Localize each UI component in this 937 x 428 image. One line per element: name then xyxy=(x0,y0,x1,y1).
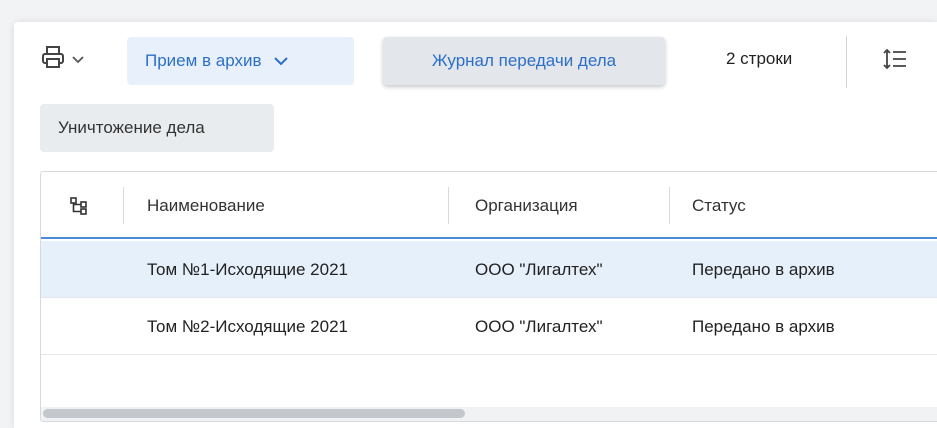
destroy-case-button[interactable]: Уничтожение дела xyxy=(40,104,274,152)
column-separator[interactable] xyxy=(669,187,670,224)
cell-status: Передано в архив xyxy=(692,259,835,279)
printer-icon xyxy=(40,44,66,75)
tree-structure-icon[interactable] xyxy=(70,197,88,220)
column-header-status[interactable]: Статус xyxy=(692,172,746,239)
column-separator[interactable] xyxy=(448,187,449,224)
row-density-icon[interactable] xyxy=(883,47,907,76)
chevron-down-icon xyxy=(273,54,288,69)
cell-name: Том №2-Исходящие 2021 xyxy=(147,316,348,336)
column-header-name[interactable]: Наименование xyxy=(147,172,265,239)
journal-label: Журнал передачи дела xyxy=(431,51,617,70)
table-row[interactable]: Том №2-Исходящие 2021 ООО "Лигалтех" Пер… xyxy=(41,298,937,355)
journal-button[interactable]: Журнал передачи дела xyxy=(383,37,665,85)
chevron-down-icon xyxy=(72,51,84,67)
scrollbar-thumb[interactable] xyxy=(43,409,465,418)
accept-archive-button[interactable]: Прием в архив xyxy=(127,37,354,85)
accept-archive-label: Прием в архив xyxy=(145,51,262,70)
cases-table: Наименование Организация Статус Том №1-И… xyxy=(40,171,937,422)
cell-organization: ООО "Лигалтех" xyxy=(475,316,603,336)
cell-name: Том №1-Исходящие 2021 xyxy=(147,259,348,279)
table-header: Наименование Организация Статус xyxy=(41,172,937,239)
cell-organization: ООО "Лигалтех" xyxy=(475,259,603,279)
print-button[interactable] xyxy=(40,42,106,76)
horizontal-scrollbar[interactable] xyxy=(41,407,937,421)
column-separator[interactable] xyxy=(123,187,124,224)
cell-status: Передано в архив xyxy=(692,316,835,336)
toolbar-divider xyxy=(846,36,847,88)
column-header-organization[interactable]: Организация xyxy=(475,172,578,239)
table-row[interactable]: Том №1-Исходящие 2021 ООО "Лигалтех" Пер… xyxy=(41,241,937,298)
destroy-case-label: Уничтожение дела xyxy=(58,118,205,137)
rows-count: 2 строки xyxy=(726,49,793,68)
